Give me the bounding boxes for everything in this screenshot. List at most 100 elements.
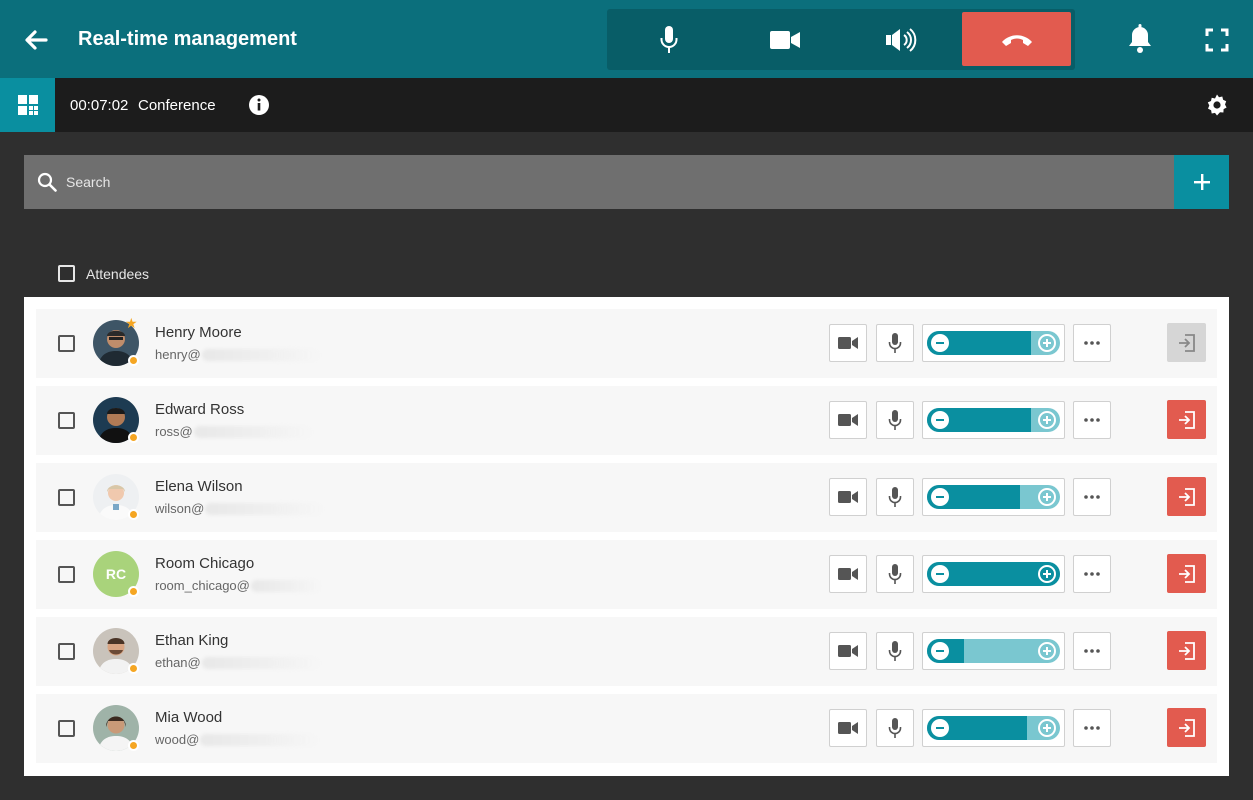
microphone-toggle-button[interactable] [876, 478, 914, 516]
status-badge [128, 586, 139, 597]
camera-button[interactable] [727, 9, 843, 70]
email-prefix: ethan@ [155, 655, 201, 670]
avatar: ★ [93, 316, 139, 366]
fullscreen-icon[interactable] [1203, 26, 1231, 54]
row-checkbox[interactable] [58, 335, 75, 352]
remove-attendee-button[interactable] [1167, 554, 1206, 593]
more-options-button[interactable] [1073, 632, 1111, 670]
volume-down-icon[interactable] [931, 565, 949, 583]
microphone-toggle-button[interactable] [876, 555, 914, 593]
bell-icon[interactable] [1126, 24, 1154, 54]
more-icon [1084, 341, 1100, 345]
volume-up-icon[interactable] [1038, 719, 1056, 737]
email-prefix: room_chicago@ [155, 578, 250, 593]
more-icon [1084, 572, 1100, 576]
more-options-button[interactable] [1073, 709, 1111, 747]
email-prefix: wilson@ [155, 501, 205, 516]
volume-down-icon[interactable] [931, 411, 949, 429]
microphone-toggle-button[interactable] [876, 401, 914, 439]
microphone-icon [888, 718, 902, 738]
volume-down-icon[interactable] [931, 488, 949, 506]
microphone-toggle-button[interactable] [876, 709, 914, 747]
more-options-button[interactable] [1073, 478, 1111, 516]
volume-slider[interactable] [927, 485, 1060, 509]
camera-icon [838, 645, 858, 657]
microphone-toggle-button[interactable] [876, 324, 914, 362]
avatar: RC [93, 551, 139, 597]
info-icon[interactable] [248, 94, 270, 116]
camera-toggle-button[interactable] [829, 632, 867, 670]
attendee-list: ★ Henry Moore henry@ Edward Ross ross@ E… [24, 297, 1229, 776]
camera-toggle-button[interactable] [829, 555, 867, 593]
host-star-icon: ★ [125, 315, 138, 331]
volume-up-icon[interactable] [1038, 411, 1056, 429]
camera-toggle-button[interactable] [829, 709, 867, 747]
volume-slider[interactable] [927, 639, 1060, 663]
page-title: Real-time management [78, 28, 297, 50]
row-checkbox[interactable] [58, 412, 75, 429]
more-options-button[interactable] [1073, 401, 1111, 439]
volume-control [922, 324, 1065, 362]
select-all-checkbox[interactable] [58, 265, 75, 282]
camera-toggle-button[interactable] [829, 478, 867, 516]
attendee-email: henry@ [155, 347, 320, 362]
row-checkbox[interactable] [58, 566, 75, 583]
volume-control [922, 709, 1065, 747]
hang-up-button[interactable] [962, 12, 1071, 66]
volume-slider[interactable] [927, 562, 1060, 586]
call-controls [607, 9, 1075, 70]
volume-down-icon[interactable] [931, 642, 949, 660]
microphone-toggle-button[interactable] [876, 632, 914, 670]
back-arrow-icon[interactable] [20, 24, 52, 56]
row-checkbox[interactable] [58, 720, 75, 737]
volume-down-icon[interactable] [931, 719, 949, 737]
attendee-name: Elena Wilson [155, 478, 243, 495]
volume-slider[interactable] [927, 331, 1060, 355]
search-input[interactable] [66, 155, 1166, 209]
hang-up-icon [1001, 35, 1032, 46]
more-icon [1084, 495, 1100, 499]
remove-attendee-button[interactable] [1167, 477, 1206, 516]
volume-control [922, 632, 1065, 670]
more-icon [1084, 726, 1100, 730]
row-checkbox[interactable] [58, 643, 75, 660]
more-options-button[interactable] [1073, 555, 1111, 593]
remove-attendee-button[interactable] [1167, 323, 1206, 362]
volume-slider[interactable] [927, 716, 1060, 740]
gear-icon[interactable] [1205, 93, 1229, 117]
attendee-name: Ethan King [155, 632, 229, 649]
volume-up-icon[interactable] [1038, 488, 1056, 506]
camera-toggle-button[interactable] [829, 324, 867, 362]
camera-icon [838, 491, 858, 503]
exit-icon [1178, 641, 1195, 660]
list-item: Ethan King ethan@ [36, 617, 1217, 686]
attendee-name: Henry Moore [155, 324, 242, 341]
attendee-email: room_chicago@ [155, 578, 321, 593]
add-attendee-button[interactable] [1174, 155, 1229, 209]
search-bar [24, 155, 1174, 209]
volume-up-icon[interactable] [1038, 334, 1056, 352]
list-item: Mia Wood wood@ [36, 694, 1217, 763]
remove-attendee-button[interactable] [1167, 708, 1206, 747]
email-redacted [250, 579, 321, 592]
volume-up-icon[interactable] [1038, 642, 1056, 660]
email-redacted [201, 656, 320, 669]
row-checkbox[interactable] [58, 489, 75, 506]
more-options-button[interactable] [1073, 324, 1111, 362]
speaker-button[interactable] [843, 9, 959, 70]
camera-toggle-button[interactable] [829, 401, 867, 439]
exit-icon [1178, 564, 1195, 583]
remove-attendee-button[interactable] [1167, 631, 1206, 670]
volume-slider[interactable] [927, 408, 1060, 432]
microphone-icon [888, 564, 902, 584]
call-timer: 00:07:02 [70, 97, 129, 114]
attendee-name: Edward Ross [155, 401, 245, 418]
volume-down-icon[interactable] [931, 334, 949, 352]
microphone-button[interactable] [611, 9, 727, 70]
grid-view-button[interactable] [0, 78, 55, 132]
remove-attendee-button[interactable] [1167, 400, 1206, 439]
conference-label: Conference [138, 97, 216, 114]
exit-icon [1178, 410, 1195, 429]
volume-up-icon[interactable] [1038, 565, 1056, 583]
volume-control [922, 401, 1065, 439]
